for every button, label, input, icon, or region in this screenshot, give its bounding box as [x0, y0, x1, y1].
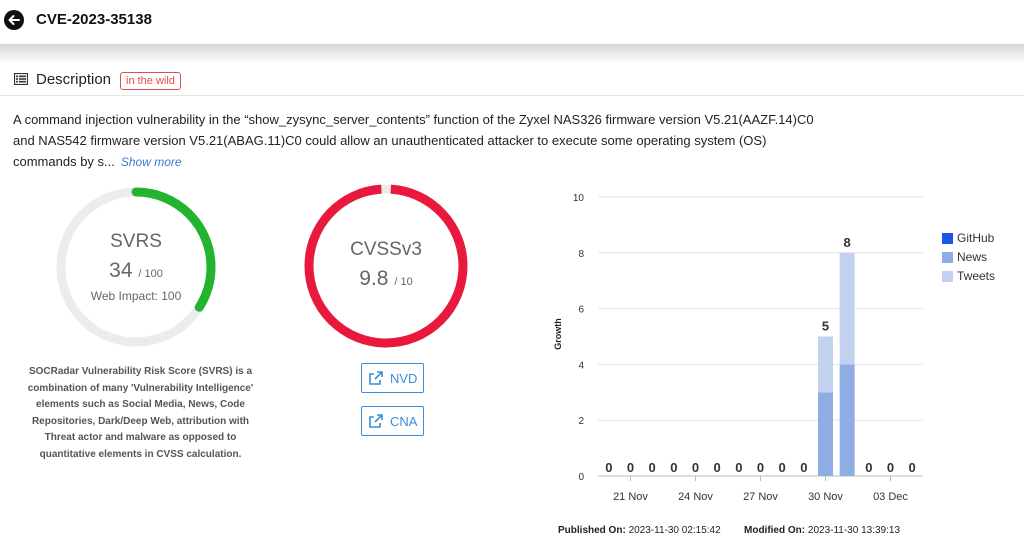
- y-tick-label: 10: [573, 193, 585, 204]
- data-label: 5: [822, 319, 829, 334]
- cna-label: CNA: [390, 413, 418, 429]
- external-link-icon: [369, 414, 383, 428]
- data-label: 0: [692, 460, 699, 475]
- in-the-wild-badge: in the wild: [120, 72, 181, 90]
- description-line: commands by s... Show more: [13, 151, 853, 173]
- x-tick-label: 27 Nov: [743, 491, 778, 503]
- legend-label: GitHub: [957, 231, 995, 245]
- description-header: Description in the wild: [0, 62, 1024, 96]
- y-axis-label: Growth: [553, 318, 563, 350]
- web-impact-label: Web Impact: 100: [90, 289, 182, 303]
- show-more-link[interactable]: Show more: [121, 155, 182, 169]
- cvss-score: 9.8: [359, 267, 389, 290]
- data-label: 0: [800, 460, 807, 475]
- header-divider: [0, 44, 1024, 62]
- y-tick-label: 8: [578, 249, 584, 260]
- bar-news: [818, 392, 833, 476]
- x-tick-label: 21 Nov: [613, 491, 648, 503]
- cvss-score-line: 9.8 / 10: [303, 267, 469, 291]
- modified-value: 2023-11-30 13:39:13: [807, 525, 901, 536]
- svrs-max: / 100: [138, 268, 163, 280]
- data-label: 0: [649, 460, 656, 475]
- x-tick-label: 30 Nov: [808, 491, 843, 503]
- legend-github[interactable]: GitHub: [942, 231, 994, 245]
- data-label: 0: [909, 460, 916, 475]
- modified-on: Modified On: 2023-11-30 13:39:13: [744, 525, 900, 536]
- modified-label: Modified On:: [744, 525, 806, 536]
- data-label: 0: [735, 460, 742, 475]
- growth-chart: 024681021 Nov 24 Nov 27 Nov 30 Nov 03 Dec 00…: [553, 193, 923, 503]
- data-label: 0: [779, 460, 786, 475]
- data-label: 8: [844, 235, 851, 250]
- svrs-title: SVRS: [110, 231, 162, 252]
- svrs-description: SOCRadar Vulnerability Risk Score (SVRS)…: [27, 366, 254, 460]
- cvss-gauge-arc: [304, 184, 468, 348]
- nvd-button[interactable]: NVD: [361, 363, 425, 393]
- top-bar: CVE-2023-35138: [0, 0, 1024, 44]
- legend-news[interactable]: News: [942, 250, 987, 264]
- x-tick-label: 03 Dec: [873, 491, 908, 503]
- external-link-icon: [369, 371, 383, 385]
- svrs-gauge: SVRS 34 / 100 Web Impact: 100: [54, 185, 218, 349]
- description-title: Description: [36, 71, 112, 88]
- arrow-left-icon: [8, 15, 20, 25]
- page-title: CVE-2023-35138: [36, 11, 152, 28]
- cvss-title: CVSSv3: [350, 239, 422, 260]
- bar-news: [839, 364, 855, 476]
- y-tick-label: 6: [578, 305, 584, 316]
- svrs-score: 34: [109, 259, 133, 282]
- y-tick-label: 0: [578, 472, 584, 483]
- data-label: 0: [670, 460, 677, 475]
- data-label: 0: [714, 460, 721, 475]
- legend-swatch: [942, 232, 953, 244]
- x-tick-label: 24 Nov: [678, 491, 713, 503]
- published-label: Published On:: [558, 525, 626, 536]
- published-value: 2023-11-30 02:15:42: [628, 525, 721, 536]
- data-label: 0: [627, 460, 634, 475]
- list-icon: [14, 73, 28, 85]
- data-label: 0: [865, 460, 872, 475]
- description-line: A command injection vulnerability in the…: [13, 112, 814, 127]
- bar-tweets: [839, 252, 855, 365]
- bar-tweets: [818, 336, 833, 393]
- legend-tweets[interactable]: Tweets: [942, 269, 995, 283]
- legend-swatch: [942, 251, 953, 263]
- data-label: 0: [605, 460, 612, 475]
- svrs-score-line: 34 / 100: [54, 259, 218, 283]
- legend-label: News: [957, 250, 988, 264]
- cvss-max: / 10: [394, 276, 413, 288]
- description-truncated: commands by s...: [13, 154, 115, 169]
- cna-button[interactable]: CNA: [361, 406, 425, 436]
- back-button[interactable]: [4, 10, 24, 30]
- description-line: and NAS542 firmware version V5.21(ABAG.1…: [13, 133, 767, 148]
- legend-label: Tweets: [957, 269, 996, 283]
- data-label: 0: [887, 460, 894, 475]
- published-on: Published On: 2023-11-30 02:15:42: [558, 525, 721, 536]
- cvss-gauge: CVSSv3 9.8 / 10: [303, 183, 469, 349]
- y-tick-label: 4: [578, 360, 584, 371]
- nvd-label: NVD: [390, 370, 418, 386]
- data-label: 0: [757, 460, 764, 475]
- y-tick-label: 2: [578, 416, 584, 427]
- description-text: A command injection vulnerability in the…: [13, 109, 853, 173]
- legend-swatch: [942, 270, 953, 282]
